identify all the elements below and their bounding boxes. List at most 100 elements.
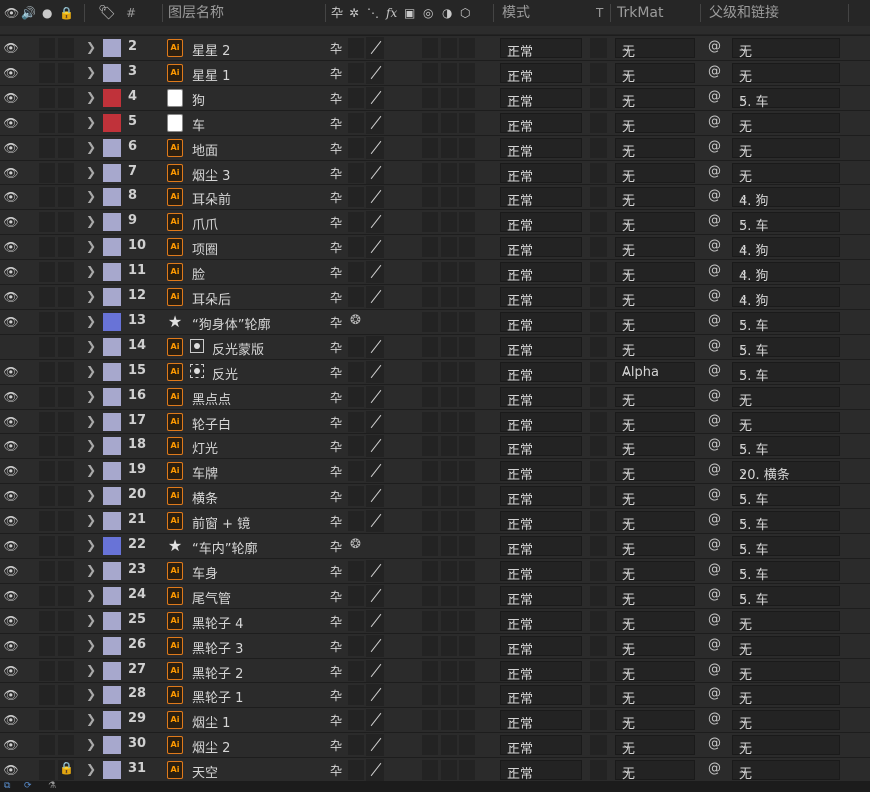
blend-mode-select[interactable]: 正常 ⌄ bbox=[500, 336, 582, 359]
shy-switch-icon[interactable]: 卆 bbox=[330, 140, 342, 157]
solo-toggle[interactable] bbox=[39, 62, 55, 83]
collapse-switch[interactable] bbox=[348, 461, 364, 482]
quality-switch[interactable] bbox=[366, 410, 384, 433]
layer-row[interactable]: 👁 ❯ 27 Ai 黑轮子 2 卆 正常 ⌄ 无 ⌄ @ 无 ⌄ bbox=[0, 657, 870, 683]
layer-name[interactable]: 爪爪 bbox=[192, 214, 218, 233]
lock-toggle[interactable] bbox=[58, 685, 74, 706]
pick-whip-icon[interactable]: @ bbox=[708, 64, 721, 79]
render-icon[interactable]: ⟳ bbox=[24, 781, 32, 791]
effects-switch[interactable] bbox=[422, 361, 438, 382]
shy-switch-icon[interactable]: 卆 bbox=[330, 513, 342, 530]
3d-switch[interactable] bbox=[459, 536, 475, 556]
blend-mode-select[interactable]: 正常 ⌄ bbox=[500, 187, 582, 209]
pick-whip-icon[interactable]: @ bbox=[708, 413, 721, 428]
expand-chevron-icon[interactable]: ❯ bbox=[86, 140, 96, 154]
pick-whip-icon[interactable]: @ bbox=[708, 462, 721, 477]
effects-icon[interactable]: fx bbox=[386, 6, 397, 20]
solo-toggle[interactable] bbox=[39, 137, 55, 158]
expand-chevron-icon[interactable]: ❯ bbox=[86, 90, 96, 104]
motion-blur-switch[interactable] bbox=[441, 685, 457, 706]
parent-select[interactable]: 5. 车 ⌄ bbox=[732, 87, 840, 110]
collapse-switch[interactable] bbox=[348, 187, 364, 208]
visibility-eye-icon[interactable]: 👁 bbox=[3, 689, 19, 701]
quality-switch[interactable] bbox=[366, 684, 384, 707]
solo-toggle[interactable] bbox=[39, 361, 55, 382]
visibility-eye-icon[interactable]: 👁 bbox=[3, 465, 19, 477]
3d-switch[interactable] bbox=[459, 660, 475, 681]
collapse-switch[interactable] bbox=[348, 38, 364, 58]
effects-switch[interactable] bbox=[422, 187, 438, 208]
3d-switch[interactable] bbox=[459, 610, 475, 631]
label-color-swatch[interactable] bbox=[103, 39, 121, 57]
mode-column-header[interactable]: 模式 bbox=[502, 0, 530, 26]
3d-switch[interactable] bbox=[459, 287, 475, 307]
pick-whip-icon[interactable]: @ bbox=[708, 338, 721, 353]
preserve-transparency-toggle[interactable] bbox=[590, 137, 607, 158]
pick-whip-icon[interactable]: @ bbox=[708, 39, 721, 54]
motion-blur-switch[interactable] bbox=[441, 511, 457, 532]
3d-switch[interactable] bbox=[459, 212, 475, 233]
layer-row[interactable]: 👁 ❯ 23 Ai 车身 卆 正常 ⌄ 无 ⌄ @5. 车 ⌄ bbox=[0, 557, 870, 583]
expand-chevron-icon[interactable]: ❯ bbox=[86, 239, 96, 253]
blend-mode-select[interactable]: 正常 ⌄ bbox=[500, 162, 582, 185]
pick-whip-icon[interactable]: @ bbox=[708, 612, 721, 627]
layer-name[interactable]: 耳朵后 bbox=[192, 289, 231, 308]
layer-row[interactable]: 👁 ❯ 25 Ai 黑轮子 4 卆 正常 ⌄ 无 ⌄ @ 无 ⌄ bbox=[0, 607, 870, 633]
motion-blur-switch[interactable] bbox=[441, 660, 457, 681]
shy-switch-icon[interactable]: 卆 bbox=[330, 414, 342, 431]
blend-mode-select[interactable]: 正常 ⌄ bbox=[500, 262, 582, 284]
quality-switch[interactable] bbox=[366, 734, 384, 757]
layer-row[interactable]: 👁 ❯ 21 Ai 前窗 + 镜 卆 正常 ⌄ 无 ⌄ @5. 车 ⌄ bbox=[0, 508, 870, 534]
lock-toggle[interactable] bbox=[58, 735, 74, 756]
label-color-swatch[interactable] bbox=[103, 611, 121, 630]
blend-mode-select[interactable]: 正常 ⌄ bbox=[500, 461, 582, 483]
layer-name[interactable]: 黑轮子 3 bbox=[192, 638, 243, 657]
effects-switch[interactable] bbox=[422, 262, 438, 283]
label-color-swatch[interactable] bbox=[103, 437, 121, 456]
blend-mode-select[interactable]: 正常 ⌄ bbox=[500, 212, 582, 234]
solo-toggle[interactable] bbox=[39, 660, 55, 681]
layer-name[interactable]: 反光 bbox=[212, 364, 238, 383]
expand-chevron-icon[interactable]: ❯ bbox=[86, 687, 96, 701]
layer-name[interactable]: 项圈 bbox=[192, 239, 218, 258]
collapse-switch[interactable] bbox=[348, 87, 364, 108]
label-color-swatch[interactable] bbox=[103, 337, 121, 356]
collapse-switch[interactable] bbox=[348, 411, 364, 432]
blend-mode-select[interactable]: 正常 ⌄ bbox=[500, 685, 582, 707]
collapse-switch[interactable] bbox=[348, 112, 364, 133]
visibility-eye-icon[interactable]: 👁 bbox=[3, 366, 19, 378]
trkmat-select[interactable]: 无 ⌄ bbox=[615, 760, 695, 782]
quality-switch[interactable] bbox=[366, 659, 384, 682]
parent-select[interactable]: 5. 车 ⌄ bbox=[732, 336, 840, 359]
3d-switch[interactable] bbox=[459, 112, 475, 133]
label-color-swatch[interactable] bbox=[103, 736, 121, 755]
preserve-transparency-toggle[interactable] bbox=[590, 262, 607, 283]
blend-mode-select[interactable]: 正常 ⌄ bbox=[500, 436, 582, 458]
3d-switch[interactable] bbox=[459, 511, 475, 532]
label-color-swatch[interactable] bbox=[103, 487, 121, 506]
solo-toggle[interactable] bbox=[39, 162, 55, 183]
layer-row[interactable]: 👁 ❯ 2 Ai 星星 2 卆 正常 ⌄ 无 ⌄ @ 无 ⌄ bbox=[0, 35, 870, 60]
motion-blur-switch[interactable] bbox=[441, 536, 457, 556]
trkmat-select[interactable]: 无 ⌄ bbox=[615, 660, 695, 683]
effects-switch[interactable] bbox=[422, 585, 438, 606]
pick-whip-icon[interactable]: @ bbox=[708, 487, 721, 502]
preserve-transparency-toggle[interactable] bbox=[590, 386, 607, 407]
quality-switch[interactable] bbox=[366, 609, 384, 632]
layer-name[interactable]: 黑点点 bbox=[192, 389, 231, 408]
effects-switch[interactable] bbox=[422, 710, 438, 731]
shy-switch-icon[interactable]: 卆 bbox=[330, 115, 342, 132]
lock-toggle[interactable] bbox=[58, 62, 74, 83]
parent-select[interactable]: 4. 狗 ⌄ bbox=[732, 187, 840, 209]
blend-mode-select[interactable]: 正常 ⌄ bbox=[500, 710, 582, 732]
preserve-transparency-toggle[interactable] bbox=[590, 311, 607, 332]
pick-whip-icon[interactable]: @ bbox=[708, 363, 721, 378]
3d-switch[interactable] bbox=[459, 38, 475, 58]
visibility-eye-icon[interactable]: 👁 bbox=[3, 266, 19, 278]
parent-select[interactable]: 无 ⌄ bbox=[732, 162, 840, 185]
layer-row[interactable]: 👁 ❯ 8 Ai 耳朵前 卆 正常 ⌄ 无 ⌄ @4. 狗 ⌄ bbox=[0, 184, 870, 210]
label-color-swatch[interactable] bbox=[103, 586, 121, 605]
shy-switch-icon[interactable]: 卆 bbox=[330, 364, 342, 381]
3d-switch[interactable] bbox=[459, 87, 475, 108]
trkmat-select[interactable]: 无 ⌄ bbox=[615, 386, 695, 409]
